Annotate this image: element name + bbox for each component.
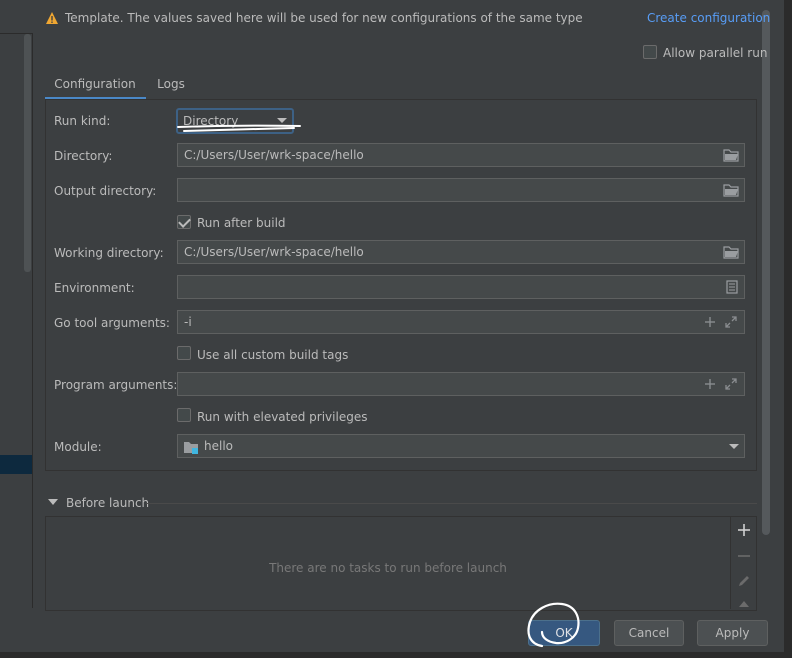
working-directory-label: Working directory: xyxy=(54,246,164,260)
working-directory-field[interactable]: C:/Users/User/wrk-space/hello xyxy=(177,240,745,264)
output-directory-label: Output directory: xyxy=(54,184,157,198)
go-tool-arguments-field[interactable]: -i xyxy=(177,310,745,334)
create-configuration-link[interactable]: Create configuration xyxy=(647,11,770,25)
use-all-custom-build-tags-checkbox[interactable] xyxy=(177,346,191,360)
chevron-down-icon[interactable] xyxy=(729,444,739,449)
plus-icon[interactable] xyxy=(702,314,718,330)
plus-icon[interactable] xyxy=(702,376,718,392)
output-directory-field[interactable] xyxy=(177,178,745,202)
before-launch-label[interactable]: Before launch xyxy=(66,496,149,510)
annotation-circle xyxy=(527,602,580,648)
program-arguments-label: Program arguments: xyxy=(54,378,178,392)
apply-button[interactable]: Apply xyxy=(697,620,768,646)
environment-field[interactable] xyxy=(177,275,745,299)
run-after-build-label: Run after build xyxy=(197,216,286,230)
document-icon[interactable] xyxy=(724,279,740,295)
run-with-elevated-privileges-label: Run with elevated privileges xyxy=(197,410,368,424)
run-with-elevated-privileges-checkbox[interactable] xyxy=(177,408,191,422)
expand-icon[interactable] xyxy=(723,376,739,392)
warning-icon xyxy=(46,12,58,24)
folder-icon[interactable] xyxy=(723,182,739,198)
empty-task-message: There are no tasks to run before launch xyxy=(269,561,507,575)
window-bottom-edge xyxy=(0,652,792,658)
module-label: Module: xyxy=(54,440,102,454)
directory-label: Directory: xyxy=(54,149,113,163)
expand-icon[interactable] xyxy=(723,314,739,330)
cancel-button[interactable]: Cancel xyxy=(614,620,684,646)
minus-icon[interactable] xyxy=(736,548,752,564)
tab-logs[interactable]: Logs xyxy=(151,70,191,98)
module-value: hello xyxy=(204,439,233,453)
folder-icon[interactable] xyxy=(723,147,739,163)
tree-selected-row[interactable] xyxy=(0,455,32,474)
collapse-arrow-icon[interactable] xyxy=(48,499,58,505)
tab-configuration[interactable]: Configuration xyxy=(45,70,145,100)
use-all-custom-build-tags-label: Use all custom build tags xyxy=(197,348,349,362)
module-folder-icon xyxy=(184,442,198,454)
dialog-scrollbar[interactable] xyxy=(762,10,770,535)
directory-field[interactable]: C:/Users/User/wrk-space/hello xyxy=(177,143,745,167)
environment-label: Environment: xyxy=(54,281,135,295)
folder-icon[interactable] xyxy=(723,244,739,260)
run-kind-label: Run kind: xyxy=(54,114,111,128)
template-notice: Template. The values saved here will be … xyxy=(65,11,583,25)
run-after-build-checkbox[interactable] xyxy=(177,215,191,229)
allow-parallel-run-label: Allow parallel run xyxy=(663,46,768,60)
module-dropdown[interactable]: hello xyxy=(177,434,745,458)
section-divider xyxy=(146,503,757,504)
plus-icon[interactable] xyxy=(736,522,752,538)
window-edge xyxy=(784,0,792,658)
move-up-icon[interactable] xyxy=(738,600,750,608)
program-arguments-field[interactable] xyxy=(177,372,745,396)
go-tool-arguments-label: Go tool arguments: xyxy=(54,316,170,330)
pencil-icon[interactable] xyxy=(736,573,752,589)
allow-parallel-run-checkbox[interactable] xyxy=(643,45,657,59)
annotation-underline xyxy=(177,124,301,132)
tree-scrollbar[interactable] xyxy=(24,34,31,272)
